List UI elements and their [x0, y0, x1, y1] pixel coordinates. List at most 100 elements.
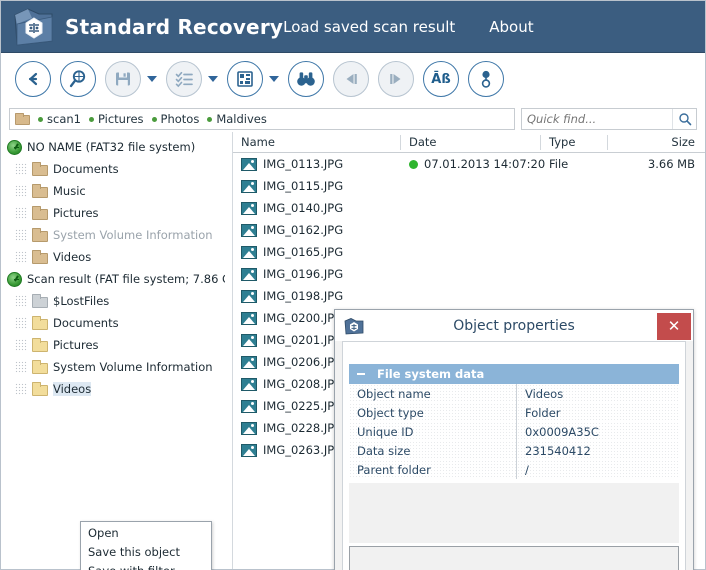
close-icon[interactable]: ✕	[657, 312, 691, 340]
tree-node-label: Pictures	[53, 206, 99, 220]
find-button[interactable]	[288, 61, 324, 97]
image-file-icon	[241, 377, 257, 391]
list-view-dropdown-caret[interactable]	[208, 76, 218, 82]
context-menu-item-save-this-object[interactable]: Save this object	[81, 542, 211, 561]
table-row[interactable]: IMG_0196.JPG	[233, 263, 705, 285]
context-menu-item-open[interactable]: Open	[81, 523, 211, 542]
status-ok-icon	[409, 159, 418, 169]
column-header-date[interactable]: Date	[401, 132, 541, 153]
section-title: File system data	[377, 367, 485, 381]
breadcrumb-item-0[interactable]: scan1	[38, 112, 81, 126]
column-header-size[interactable]: Size	[608, 132, 705, 153]
tree-node-lostfiles[interactable]: $LostFiles	[1, 290, 231, 312]
tree-node-scan-documents[interactable]: Documents	[1, 312, 231, 334]
tree-node-videos[interactable]: Videos	[1, 246, 231, 268]
about-link[interactable]: About	[489, 18, 533, 36]
save-dropdown-caret[interactable]	[147, 76, 157, 82]
property-value: 0x0009A35C	[525, 424, 599, 439]
tree-divider	[225, 132, 231, 569]
image-file-icon	[241, 421, 257, 435]
tree-node-system-volume-information[interactable]: System Volume Information	[1, 224, 231, 246]
quick-find[interactable]	[521, 108, 697, 130]
image-file-icon	[241, 289, 257, 303]
dialog-filler	[349, 483, 679, 543]
previous-button[interactable]	[333, 61, 369, 97]
ab-text-icon: Āß	[431, 71, 451, 87]
folder-yellow-icon	[32, 360, 48, 374]
folder-icon	[32, 250, 48, 264]
breadcrumb[interactable]: scan1 Pictures Photos Maldives	[9, 108, 515, 130]
tree-node-pictures[interactable]: Pictures	[1, 202, 231, 224]
property-key: Object name	[349, 384, 517, 403]
property-key: Unique ID	[349, 422, 517, 441]
context-menu-item-save-with-filter[interactable]: Save with filter...	[81, 561, 211, 570]
grid-view-button[interactable]	[227, 61, 263, 97]
section-header-file-system-data[interactable]: File system data	[349, 364, 679, 384]
tree-node-scan-result[interactable]: Scan result (FAT file system; 7.86 GB in…	[1, 268, 231, 290]
breadcrumb-item-1[interactable]: Pictures	[88, 112, 144, 126]
file-name-label: IMG_0263.JPG	[263, 443, 344, 457]
tree-connector-icon	[15, 185, 27, 197]
folder-icon	[32, 184, 48, 198]
tree-node-scan-system-volume-information[interactable]: System Volume Information	[1, 356, 231, 378]
property-row: Object name Videos	[349, 384, 679, 403]
tree-connector-icon	[15, 361, 27, 373]
image-file-icon	[241, 245, 257, 259]
encoding-button[interactable]: Āß	[423, 61, 459, 97]
table-row[interactable]: IMG_0162.JPG	[233, 219, 705, 241]
app-logo-icon	[344, 317, 364, 335]
tree-node-music[interactable]: Music	[1, 180, 231, 202]
column-header-name[interactable]: Name	[233, 132, 401, 153]
dialog-title: Object properties	[453, 317, 575, 334]
property-row: Parent folder /	[349, 460, 679, 479]
list-view-button[interactable]	[166, 61, 202, 97]
folder-yellow-icon	[32, 338, 48, 352]
scan-button[interactable]	[60, 61, 96, 97]
tree-node-label: Scan result (FAT file system; 7.86 GB in…	[27, 272, 231, 286]
table-row[interactable]: IMG_0198.JPG	[233, 285, 705, 307]
grid-view-dropdown-caret[interactable]	[269, 76, 279, 82]
breadcrumb-item-2[interactable]: Photos	[151, 112, 200, 126]
tree-node-label: Documents	[53, 316, 119, 330]
file-name-cell: IMG_0140.JPG	[233, 197, 401, 219]
folder-yellow-icon	[32, 382, 48, 396]
table-row[interactable]: IMG_0165.JPG	[233, 241, 705, 263]
image-file-icon	[241, 311, 257, 325]
file-name-cell: IMG_0115.JPG	[233, 175, 401, 197]
object-properties-dialog: Object properties ✕ File system data Obj…	[334, 309, 694, 570]
property-row: Object type Folder	[349, 403, 679, 422]
tree-connector-icon	[15, 317, 27, 329]
user-button[interactable]	[468, 61, 504, 97]
table-row[interactable]: IMG_0113.JPG 07.01.2013 14:07:20 File 3.…	[233, 153, 705, 175]
back-button[interactable]	[15, 61, 51, 97]
file-name-label: IMG_0162.JPG	[263, 223, 344, 237]
tree-connector-icon	[15, 383, 27, 395]
tree-node-label: $LostFiles	[53, 294, 110, 308]
search-icon[interactable]	[672, 109, 696, 129]
content-split: NO NAME (FAT32 file system) Documents Mu…	[1, 132, 705, 570]
breadcrumb-item-3[interactable]: Maldives	[207, 112, 267, 126]
app-logo-icon	[11, 5, 57, 49]
property-value: Videos	[525, 386, 564, 401]
column-header-type[interactable]: Type	[541, 132, 608, 153]
file-name-label: IMG_0228.JPG	[263, 421, 344, 435]
tree-node-label: System Volume Information	[53, 360, 213, 374]
tree-connector-icon	[15, 295, 27, 307]
load-saved-scan-result-link[interactable]: Load saved scan result	[283, 18, 455, 36]
image-file-icon	[241, 267, 257, 281]
search-input[interactable]	[522, 109, 672, 129]
tree-node-scan-videos[interactable]: Videos	[1, 378, 231, 400]
next-button[interactable]	[378, 61, 414, 97]
save-button[interactable]	[105, 61, 141, 97]
notes-area[interactable]	[349, 546, 679, 570]
image-file-icon	[241, 157, 257, 171]
breadcrumb-label: Photos	[160, 112, 200, 126]
table-row[interactable]: IMG_0115.JPG	[233, 175, 705, 197]
tree-node-scan-pictures[interactable]: Pictures	[1, 334, 231, 356]
tree-node-no-name[interactable]: NO NAME (FAT32 file system)	[1, 136, 231, 158]
tree-node-documents[interactable]: Documents	[1, 158, 231, 180]
image-file-icon	[241, 201, 257, 215]
file-name-label: IMG_0113.JPG	[263, 157, 344, 171]
table-row[interactable]: IMG_0140.JPG	[233, 197, 705, 219]
tree-connector-icon	[15, 163, 27, 175]
